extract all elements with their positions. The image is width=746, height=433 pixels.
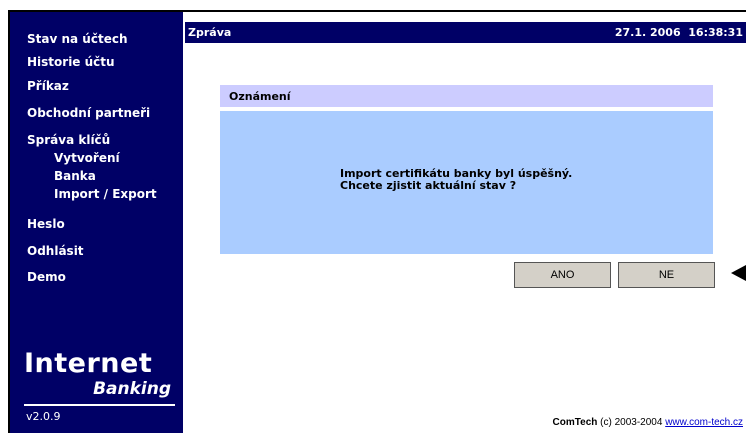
sidebar-item-stav-na-uctech[interactable]: Stav na účtech (27, 32, 127, 46)
logo-internet-text: Internet (24, 348, 153, 379)
sidebar-subitem-banka[interactable]: Banka (54, 169, 96, 183)
dialog-body: Import certifikátu banky byl úspěšný. Ch… (220, 111, 713, 254)
sidebar: Stav na účtech Historie účtu Příkaz Obch… (10, 12, 183, 433)
logo-divider (24, 404, 175, 406)
header-datetime: 27.1. 2006 16:38:31 (614, 26, 743, 39)
dialog-title: Oznámení (229, 90, 291, 103)
page-title: Zpráva (188, 26, 232, 39)
dialog-title-bar: Oznámení (220, 85, 713, 107)
sidebar-item-sprava-klicu[interactable]: Správa klíčů (27, 133, 110, 147)
sidebar-item-obchodni-partneri[interactable]: Obchodní partneři (27, 106, 150, 120)
footer-copyright: (c) 2003-2004 (597, 417, 666, 428)
logo-banking-text: Banking (93, 379, 171, 399)
yes-button[interactable]: ANO (514, 262, 611, 288)
version-label: v2.0.9 (26, 410, 61, 423)
sidebar-item-demo[interactable]: Demo (27, 270, 66, 284)
sidebar-item-prikaz[interactable]: Příkaz (27, 79, 69, 93)
sidebar-item-historie-uctu[interactable]: Historie účtu (27, 55, 115, 69)
sidebar-item-odhlasit[interactable]: Odhlásit (27, 244, 84, 258)
dialog-message-line-2: Chcete zjistit aktuální stav ? (340, 179, 517, 192)
pointer-arrow-icon (731, 265, 746, 281)
header-bar: Zpráva 27.1. 2006 16:38:31 (185, 22, 746, 43)
footer: ComTech (c) 2003-2004 www.com-tech.cz (553, 417, 743, 428)
footer-brand: ComTech (552, 417, 598, 428)
sidebar-item-heslo[interactable]: Heslo (27, 217, 65, 231)
no-button[interactable]: NE (618, 262, 715, 288)
sidebar-subitem-vytvoreni[interactable]: Vytvoření (54, 151, 120, 165)
footer-link[interactable]: www.com-tech.cz (665, 417, 743, 428)
dialog-message: Import certifikátu banky byl úspěšný. Ch… (340, 168, 572, 192)
sidebar-subitem-import-export[interactable]: Import / Export (54, 187, 157, 201)
